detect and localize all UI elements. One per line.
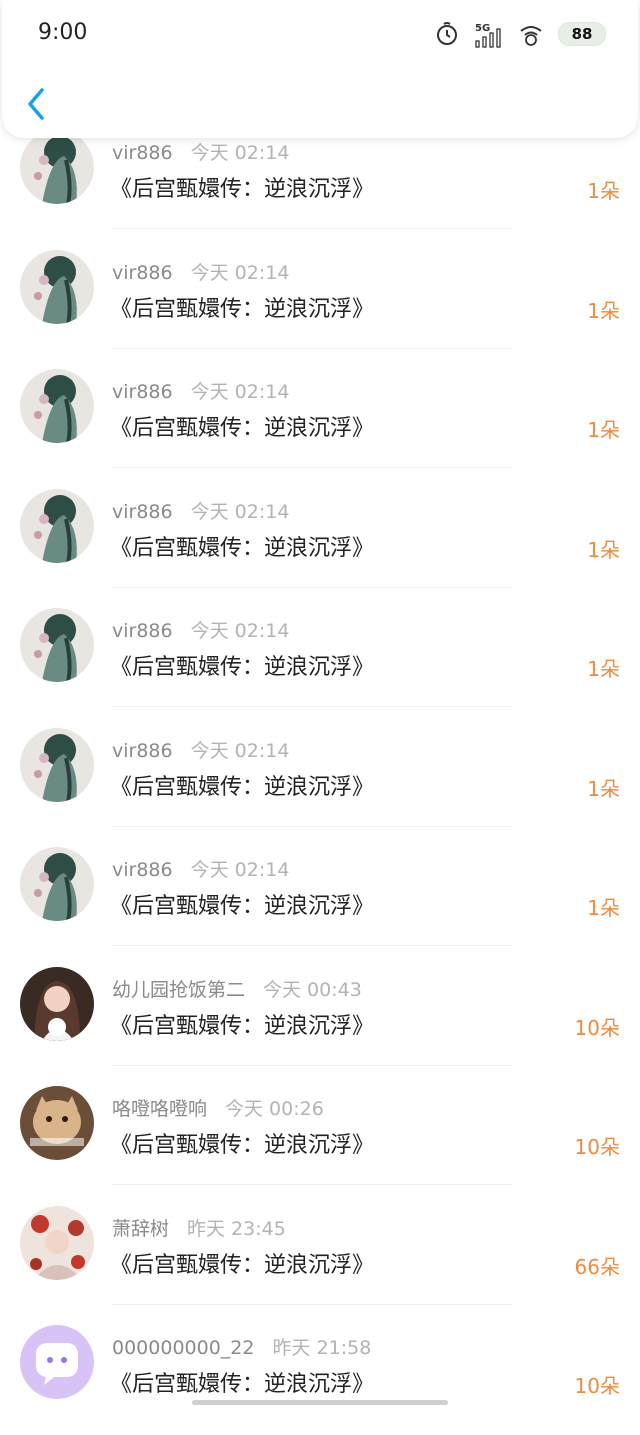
list-item[interactable]: 咯噔咯噔响 今天 00:26 《后宫甄嬛传：逆浪沉浮》 10朵	[0, 1076, 640, 1196]
sender-name: vir886	[112, 142, 173, 164]
gift-amount: 1朵	[587, 298, 620, 323]
sender-line: vir886 今天 02:14	[112, 855, 289, 882]
list-item[interactable]: 幼儿园抢饭第二 今天 00:43 《后宫甄嬛传：逆浪沉浮》 10朵	[0, 957, 640, 1077]
signal-5g-icon: 5G	[474, 21, 504, 48]
avatar[interactable]	[20, 130, 94, 204]
sender-name: 萧辞树	[112, 1217, 170, 1240]
divider	[112, 228, 512, 229]
book-title: 《后宫甄嬛传：逆浪沉浮》	[110, 296, 375, 322]
gift-list: vir886 今天 02:14 《后宫甄嬛传：逆浪沉浮》 1朵 vir886 今天 …	[0, 120, 640, 1435]
avatar[interactable]	[20, 1086, 94, 1160]
sent-time: 今天 02:14	[190, 859, 290, 881]
sent-time: 今天 00:43	[263, 978, 362, 1001]
sender-name: vir886	[112, 261, 173, 284]
divider	[112, 706, 512, 707]
status-bar: 9:00 5G 88	[2, 0, 640, 70]
sender-line: vir886 今天 02:14	[112, 497, 289, 524]
sender-line: 幼儿园抢饭第二 今天 00:43	[112, 975, 362, 1002]
list-item[interactable]: 000000000_22 昨天 21:58 《后宫甄嬛传：逆浪沉浮》 10朵	[0, 1315, 640, 1435]
sender-line: 萧辞树 昨天 23:45	[112, 1214, 286, 1241]
sender-name: vir886	[112, 739, 173, 762]
status-icons: 5G 88	[434, 18, 606, 50]
gift-amount: 1朵	[587, 896, 620, 920]
sender-name: vir886	[112, 859, 173, 881]
home-indicator[interactable]	[192, 1400, 448, 1405]
sent-time: 今天 02:14	[190, 261, 290, 284]
sender-name: vir886	[112, 500, 173, 523]
divider	[112, 945, 512, 946]
chevron-left-icon	[22, 88, 52, 126]
book-title: 《后宫甄嬛传：逆浪沉浮》	[110, 894, 375, 919]
sender-name: 幼儿园抢饭第二	[112, 978, 246, 1001]
sender-line: vir886 今天 02:14	[112, 736, 289, 763]
sender-name: vir886	[112, 381, 173, 403]
divider	[112, 1184, 512, 1185]
avatar[interactable]	[20, 249, 94, 324]
book-title: 《后宫甄嬛传：逆浪沉浮》	[110, 1372, 375, 1397]
avatar[interactable]	[20, 369, 94, 443]
list-item[interactable]: vir886 今天 02:14 《后宫甄嬛传：逆浪沉浮》 1朵	[0, 479, 640, 599]
divider	[112, 347, 512, 349]
battery-indicator: 88	[558, 22, 606, 46]
avatar[interactable]	[20, 727, 94, 802]
sent-time: 今天 02:14	[190, 739, 290, 762]
avatar[interactable]	[20, 847, 94, 921]
gift-amount: 10朵	[574, 1015, 620, 1040]
list-item[interactable]: 萧辞树 昨天 23:45 《后宫甄嬛传：逆浪沉浮》 66朵	[0, 1196, 640, 1316]
list-item[interactable]: vir886 今天 02:14 《后宫甄嬛传：逆浪沉浮》 1朵	[0, 837, 640, 957]
status-time: 9:00	[38, 20, 88, 45]
svg-text:5G: 5G	[475, 23, 490, 34]
sender-name: 咯噔咯噔响	[112, 1098, 208, 1120]
sender-line: 咯噔咯噔响 今天 00:26	[112, 1094, 324, 1121]
gift-amount: 10朵	[574, 1135, 620, 1159]
sent-time: 昨天 21:58	[272, 1337, 372, 1359]
book-title: 《后宫甄嬛传：逆浪沉浮》	[110, 655, 375, 680]
sender-line: vir886 今天 02:14	[112, 616, 289, 643]
book-title: 《后宫甄嬛传：逆浪沉浮》	[110, 1013, 375, 1039]
book-title: 《后宫甄嬛传：逆浪沉浮》	[110, 1252, 375, 1278]
sender-line: vir886 今天 02:14	[112, 258, 289, 285]
sent-time: 今天 02:14	[190, 142, 290, 164]
book-title: 《后宫甄嬛传：逆浪沉浮》	[110, 416, 375, 441]
gift-amount: 1朵	[587, 657, 620, 681]
sent-time: 今天 02:14	[190, 381, 290, 403]
sent-time: 今天 02:14	[190, 500, 290, 523]
book-title: 《后宫甄嬛传：逆浪沉浮》	[110, 177, 375, 202]
sent-time: 今天 02:14	[190, 620, 290, 642]
book-title: 《后宫甄嬛传：逆浪沉浮》	[110, 774, 375, 800]
sent-time: 今天 00:26	[225, 1098, 324, 1120]
sender-line: vir886 今天 02:14	[112, 138, 289, 165]
divider	[112, 467, 512, 468]
divider	[112, 586, 512, 588]
sender-line: 000000000_22 昨天 21:58	[112, 1333, 371, 1360]
gift-amount: 1朵	[587, 537, 620, 562]
sender-name: 000000000_22	[112, 1337, 255, 1359]
wifi-icon	[518, 21, 544, 47]
divider	[112, 1064, 512, 1066]
gift-amount: 1朵	[587, 776, 620, 801]
divider	[112, 825, 512, 827]
back-button[interactable]	[22, 86, 52, 122]
alarm-clock-icon	[434, 21, 460, 47]
avatar[interactable]	[20, 966, 94, 1041]
app-header: 9:00 5G 88	[2, 0, 638, 138]
book-title: 《后宫甄嬛传：逆浪沉浮》	[110, 535, 375, 561]
book-title: 《后宫甄嬛传：逆浪沉浮》	[110, 1133, 375, 1158]
sender-name: vir886	[112, 620, 173, 642]
avatar[interactable]	[20, 488, 94, 563]
sender-line: vir886 今天 02:14	[112, 377, 289, 404]
avatar[interactable]	[20, 1325, 94, 1399]
divider	[112, 1303, 512, 1305]
list-item[interactable]: vir886 今天 02:14 《后宫甄嬛传：逆浪沉浮》 1朵	[0, 240, 640, 360]
avatar[interactable]	[20, 1205, 94, 1280]
list-item[interactable]: vir886 今天 02:14 《后宫甄嬛传：逆浪沉浮》 1朵	[0, 718, 640, 838]
gift-amount: 1朵	[587, 418, 620, 442]
list-item[interactable]: vir886 今天 02:14 《后宫甄嬛传：逆浪沉浮》 1朵	[0, 598, 640, 718]
list-item[interactable]: vir886 今天 02:14 《后宫甄嬛传：逆浪沉浮》 1朵	[0, 359, 640, 479]
sent-time: 昨天 23:45	[187, 1217, 286, 1240]
gift-amount: 1朵	[587, 179, 620, 203]
gift-amount: 66朵	[574, 1254, 620, 1279]
avatar[interactable]	[20, 608, 94, 682]
gift-amount: 10朵	[574, 1374, 620, 1398]
